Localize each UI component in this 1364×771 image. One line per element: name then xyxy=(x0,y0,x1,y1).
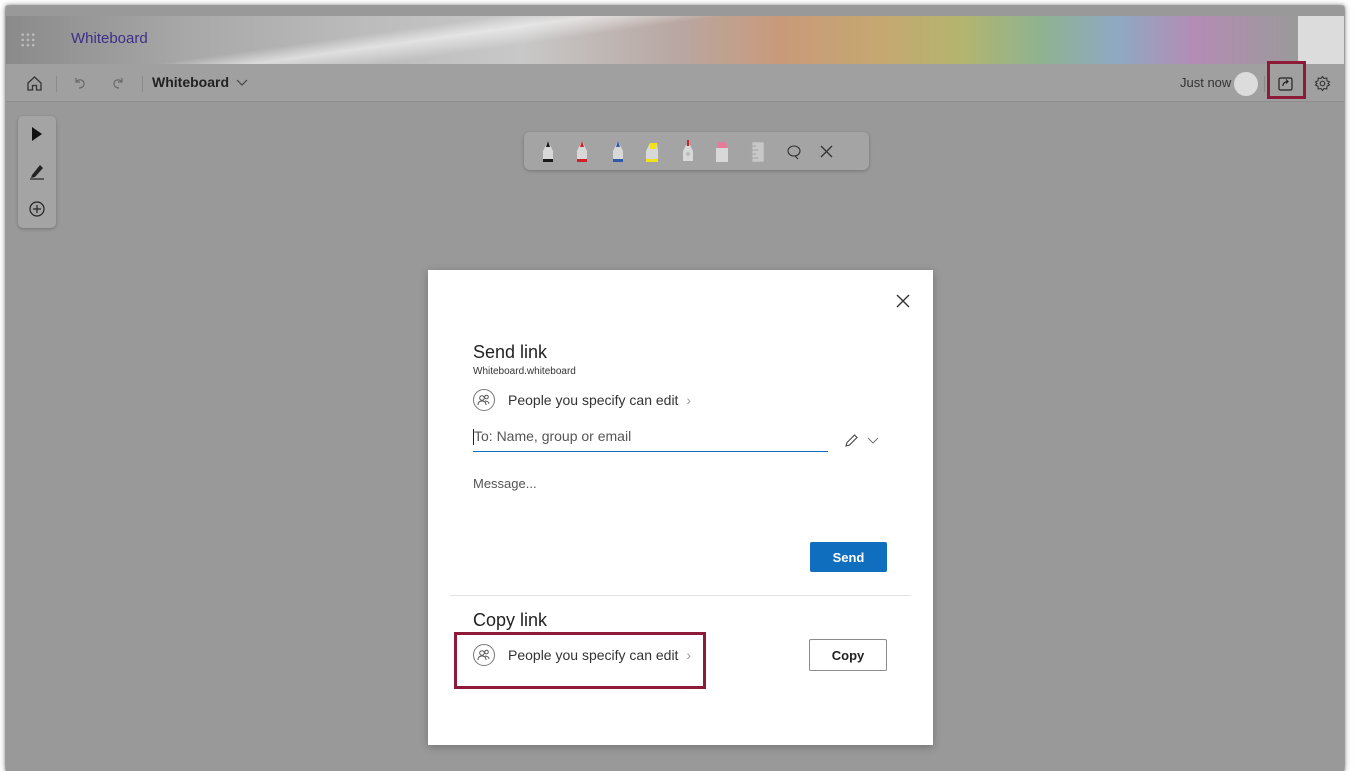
chevron-down-icon[interactable] xyxy=(867,437,879,445)
separator xyxy=(1264,76,1265,92)
copy-permission-highlight xyxy=(454,632,706,689)
app-title: Whiteboard xyxy=(71,30,148,47)
black-pen-icon[interactable] xyxy=(540,139,556,163)
inking-pen-icon[interactable] xyxy=(28,162,46,180)
tool-rail xyxy=(18,116,56,228)
message-field[interactable]: Message... xyxy=(473,476,537,491)
to-field[interactable]: To: Name, group or email xyxy=(473,425,828,452)
chevron-down-icon[interactable] xyxy=(236,79,248,87)
file-name: Whiteboard.whiteboard xyxy=(473,366,576,377)
yellow-highlighter-icon[interactable] xyxy=(644,139,660,163)
select-arrow-icon[interactable] xyxy=(30,126,44,142)
app-window: Whiteboard Whiteboard Just now Send link… xyxy=(6,6,1344,771)
ruler-icon[interactable] xyxy=(750,139,766,163)
share-button-highlight xyxy=(1267,61,1306,99)
eraser-icon[interactable] xyxy=(714,139,730,163)
divider xyxy=(450,595,911,596)
title-bar-corner xyxy=(1298,16,1344,64)
send-button[interactable]: Send xyxy=(810,542,887,572)
board-name[interactable]: Whiteboard xyxy=(152,74,229,90)
command-toolbar: Whiteboard Just now xyxy=(6,64,1344,102)
pen-toolbar xyxy=(524,132,869,170)
share-dialog: Send link Whiteboard.whiteboard People y… xyxy=(428,270,933,745)
app-launcher-icon[interactable] xyxy=(20,32,36,48)
title-bar: Whiteboard xyxy=(6,16,1298,64)
chevron-right-icon: › xyxy=(686,392,692,408)
separator xyxy=(56,76,57,92)
send-link-heading: Send link xyxy=(473,342,548,362)
red-pen-icon[interactable] xyxy=(574,139,590,163)
send-permission-link[interactable]: People you specify can edit › xyxy=(508,392,691,408)
close-pens-icon[interactable] xyxy=(820,145,833,158)
settings-gear-icon[interactable] xyxy=(1314,75,1331,92)
people-icon xyxy=(473,389,495,411)
undo-icon[interactable] xyxy=(72,75,88,91)
add-icon[interactable] xyxy=(28,200,46,218)
copy-link-heading: Copy link xyxy=(473,610,548,630)
to-field-placeholder: To: Name, group or email xyxy=(474,428,632,444)
separator xyxy=(142,76,143,92)
pencil-edit-icon[interactable] xyxy=(844,433,859,448)
save-status: Just now xyxy=(1180,75,1232,90)
copy-button[interactable]: Copy xyxy=(809,639,887,671)
home-icon[interactable] xyxy=(26,75,43,92)
lasso-select-icon[interactable] xyxy=(786,144,802,160)
blue-pen-icon[interactable] xyxy=(610,139,626,163)
send-permission-label: People you specify can edit xyxy=(508,392,679,408)
user-avatar[interactable] xyxy=(1234,72,1258,96)
red-marker-icon[interactable] xyxy=(680,139,696,163)
redo-icon[interactable] xyxy=(110,75,126,91)
close-icon[interactable] xyxy=(896,294,910,308)
